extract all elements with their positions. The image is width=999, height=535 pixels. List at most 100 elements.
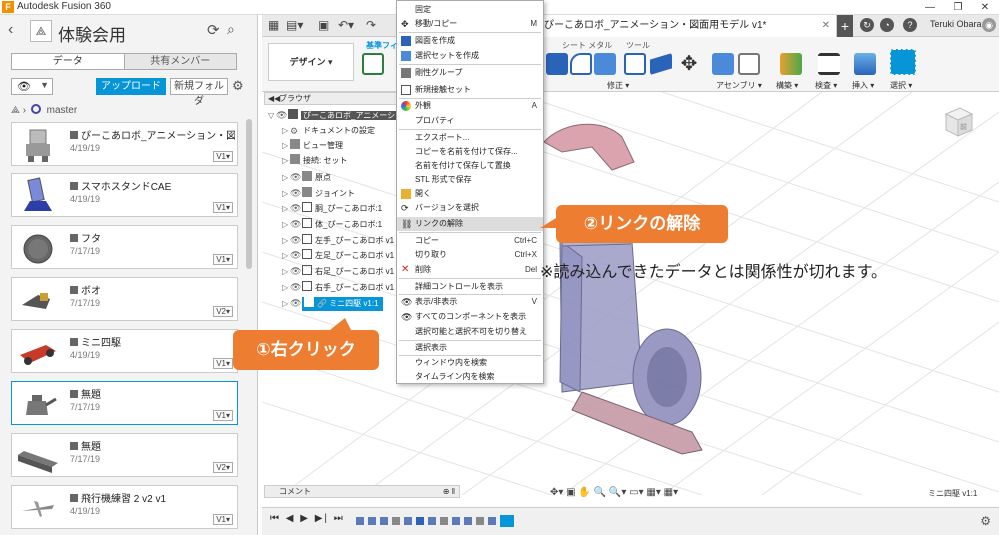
- browser-node-views[interactable]: ▷ ビュー管理: [282, 139, 343, 153]
- comments-bar[interactable]: コメント ⊕ ‖: [264, 485, 460, 498]
- browser-node-doc-settings[interactable]: ▷ ⚙ ドキュメントの設定: [282, 124, 375, 138]
- menu-item-show-detail-control[interactable]: 詳細コントロールを表示: [397, 280, 543, 294]
- file-card[interactable]: フタ 7/17/19 V1▾: [11, 225, 238, 269]
- ribbon-tab-sheet-metal[interactable]: シート メタル: [562, 40, 612, 51]
- browser-node-root[interactable]: ▽ 👁 ぴーこあロボ_アニメーシ: [268, 108, 398, 122]
- browser-node-origin[interactable]: ▷ 👁 原点: [282, 170, 331, 184]
- modify-group-label[interactable]: 修正 ▾: [607, 80, 629, 91]
- menu-item-create-drawing[interactable]: 図面を作成: [397, 34, 543, 48]
- zoom-icon[interactable]: 🔍: [594, 487, 606, 498]
- gear-icon[interactable]: ⚙: [980, 514, 991, 528]
- menu-item-toggle-selectable[interactable]: 選択可能と選択不可を切り替え: [397, 325, 543, 339]
- ribbon-tab-solid[interactable]: 基準フィ: [366, 40, 398, 51]
- close-tab-icon[interactable]: ✕: [822, 15, 830, 37]
- upload-button[interactable]: アップロード: [96, 78, 166, 95]
- avatar[interactable]: ◉: [982, 18, 996, 32]
- menu-item-copy[interactable]: コピー Ctrl+C: [397, 234, 543, 248]
- menu-item-save-copy-as[interactable]: コピーを名前を付けて保存...: [397, 145, 543, 159]
- gear-icon[interactable]: ⚙: [232, 78, 244, 94]
- undo-icon[interactable]: ↶▾: [338, 18, 354, 32]
- breadcrumb[interactable]: ⟁ › master: [11, 104, 77, 116]
- measure-icon[interactable]: [818, 53, 840, 75]
- menu-item-appearance[interactable]: 外観 A: [397, 99, 543, 113]
- minimize-button[interactable]: —: [916, 0, 944, 15]
- combine-icon[interactable]: [624, 53, 646, 75]
- version-dropdown[interactable]: V1▾: [213, 358, 233, 369]
- insert-group-label[interactable]: 挿入 ▾: [852, 80, 874, 91]
- file-card[interactable]: 飛行機練習 2 v2 v1 4/19/19 V1▾: [11, 485, 238, 529]
- view-mode-dropdown[interactable]: 👁 ▼: [11, 78, 53, 95]
- browser-node-component[interactable]: ▷ 👁 左足_ぴーこあロボ v1: [282, 248, 394, 262]
- version-dropdown[interactable]: V2▾: [213, 306, 233, 317]
- version-dropdown[interactable]: V2▾: [213, 462, 233, 473]
- browser-node-component[interactable]: ▷ 👁 胴_ぴーこあロボ:1: [282, 201, 382, 215]
- menu-item-properties[interactable]: プロパティ: [397, 114, 543, 128]
- new-component-icon[interactable]: [712, 53, 734, 75]
- browser-node-component[interactable]: ▷ 👁 左手_ぴーこあロボ v1: [282, 233, 394, 247]
- job-status-icon[interactable]: ↻: [860, 18, 874, 32]
- timeline-controls[interactable]: ⏮ ◀ ▶ ▶| ⏭: [270, 513, 345, 524]
- version-dropdown[interactable]: V1▾: [213, 202, 233, 213]
- fit-icon[interactable]: 🔍▾: [609, 487, 626, 498]
- new-folder-button[interactable]: 新規フォルダ: [170, 78, 228, 107]
- file-card[interactable]: ボオ 7/17/19 V2▾: [11, 277, 238, 321]
- view-cube[interactable]: 前: [938, 102, 978, 142]
- inspect-group-label[interactable]: 検査 ▾: [815, 80, 837, 91]
- fillet-icon[interactable]: [570, 53, 592, 75]
- grid-menu-icon[interactable]: ▦: [268, 18, 279, 32]
- save-icon[interactable]: ▣: [318, 18, 329, 32]
- scale-icon[interactable]: [650, 53, 672, 75]
- menu-item-rigid-group[interactable]: 剛性グループ: [397, 66, 543, 80]
- move-icon[interactable]: ✥: [678, 53, 700, 75]
- notifications-icon[interactable]: ◔: [880, 18, 894, 32]
- shell-icon[interactable]: [594, 53, 616, 75]
- menu-item-save-as-stl[interactable]: STL 形式で保存: [397, 173, 543, 187]
- sketch-icon[interactable]: [362, 53, 384, 75]
- workspace-dropdown[interactable]: デザイン ▾: [268, 43, 354, 81]
- menu-item-new-contact-set[interactable]: 新規接触セット: [397, 83, 543, 97]
- version-dropdown[interactable]: V1▾: [213, 254, 233, 265]
- menu-item-cut[interactable]: 切り取り Ctrl+X: [397, 248, 543, 262]
- construct-icon[interactable]: [780, 53, 802, 75]
- add-comment-icon[interactable]: ⊕ ‖: [443, 486, 455, 497]
- assemble-group-label[interactable]: アセンブリ ▾: [716, 80, 762, 91]
- menu-item-open[interactable]: 開く: [397, 187, 543, 201]
- browser-node-joints[interactable]: ▷ 👁 ジョイント: [282, 186, 355, 200]
- version-dropdown[interactable]: V1▾: [213, 514, 233, 525]
- menu-item-export[interactable]: エクスポート...: [397, 131, 543, 145]
- grid-settings-icon[interactable]: ▦▾: [646, 487, 660, 498]
- user-name[interactable]: Teruki Obara: [930, 19, 982, 29]
- file-icon[interactable]: ▤▾: [286, 18, 303, 32]
- menu-item-show-hide[interactable]: 👁 表示/非表示 V: [397, 295, 543, 309]
- collapse-icon[interactable]: ◀◀: [268, 93, 280, 104]
- menu-item-move-copy[interactable]: ✥ 移動/コピー M: [397, 17, 543, 31]
- document-tab[interactable]: ぴーこあロボ_アニメーション・図面用モデル v1* ✕: [537, 15, 837, 37]
- file-card[interactable]: スマホスタンドCAE 4/19/19 V1▾: [11, 173, 238, 217]
- redo-icon[interactable]: ↷: [366, 18, 376, 32]
- look-at-icon[interactable]: ▣: [566, 487, 575, 498]
- menu-item-isolate[interactable]: 選択表示: [397, 341, 543, 355]
- browser-node-component[interactable]: ▷ 👁 右手_ぴーこあロボ v1: [282, 280, 394, 294]
- new-tab-button[interactable]: +: [837, 15, 853, 37]
- search-icon[interactable]: ⌕: [227, 21, 235, 38]
- close-button[interactable]: ✕: [971, 0, 999, 15]
- ribbon-tab-tools[interactable]: ツール: [626, 40, 650, 51]
- version-dropdown[interactable]: V1▾: [213, 410, 233, 421]
- browser-header[interactable]: ◀◀ ブラウザ: [264, 92, 408, 105]
- refresh-icon[interactable]: ⟳: [207, 21, 220, 39]
- insert-image-icon[interactable]: [854, 53, 876, 75]
- menu-item-delete[interactable]: ✕ 削除 Del: [397, 263, 543, 277]
- file-card-selected[interactable]: 無題 7/17/19 V1▾: [11, 381, 238, 425]
- menu-item-create-selection-set[interactable]: 選択セットを作成: [397, 49, 543, 63]
- scrollbar-thumb[interactable]: [246, 119, 252, 269]
- hub-icon[interactable]: ⟁: [30, 20, 52, 42]
- file-card[interactable]: 無題 7/17/19 V2▾: [11, 433, 238, 477]
- menu-item-find-in-timeline[interactable]: タイムライン内を検索: [397, 370, 543, 384]
- construct-group-label[interactable]: 構築 ▾: [776, 80, 798, 91]
- browser-node-component[interactable]: ▷ 👁 体_ぴーこあロボ:1: [282, 217, 382, 231]
- menu-item-select-version[interactable]: ⟳ バージョンを選択: [397, 201, 543, 215]
- maximize-button[interactable]: ❐: [944, 0, 972, 15]
- display-settings-icon[interactable]: ▭▾: [629, 487, 643, 498]
- orbit-icon[interactable]: ✥▾: [550, 487, 563, 498]
- viewports-icon[interactable]: ▦▾: [664, 487, 678, 498]
